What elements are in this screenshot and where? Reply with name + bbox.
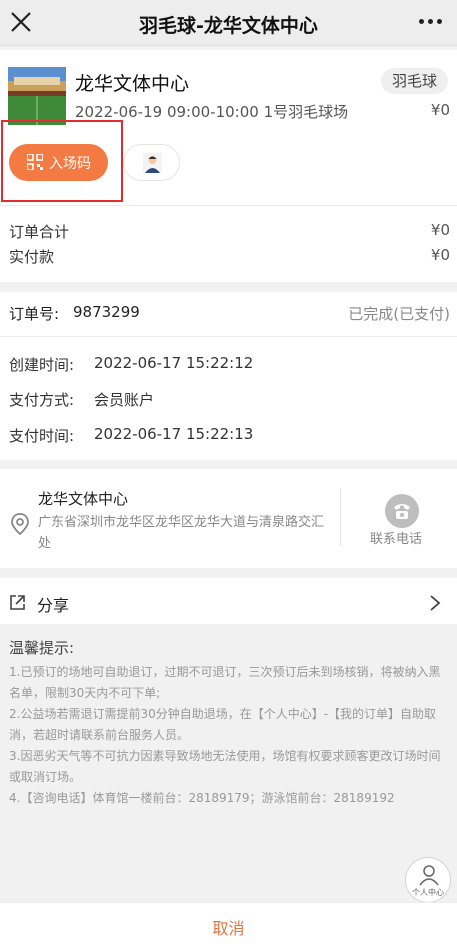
more-options-icon[interactable]: [419, 19, 443, 27]
order-number-value: 9873299: [73, 303, 140, 321]
created-time-label: 创建时间:: [9, 356, 75, 374]
tips-text: 1.已预订的场地可自助退订，过期不可退订，三次预订后未到场核销，将被纳入黑名单，…: [9, 665, 441, 805]
payment-method-label: 支付方式:: [9, 391, 75, 409]
top-nav-bar: 羽毛球-龙华文体中心: [0, 0, 457, 46]
person-avatar-icon: [143, 153, 162, 173]
personal-center-label: 个人中心: [412, 888, 444, 897]
highlight-box: [1, 120, 123, 202]
booking-slot: 2022-06-19 09:00-10:00 1号羽毛球场: [75, 103, 349, 121]
divider: [0, 205, 457, 206]
user-icon: [419, 865, 439, 886]
created-time-value: 2022-06-17 15:22:12: [94, 354, 254, 372]
close-icon[interactable]: [8, 9, 34, 35]
contact-phone-label[interactable]: 联系电话: [370, 528, 422, 547]
location-address: 广东省深圳市龙华区龙华区龙华大道与清泉路交汇处: [38, 515, 325, 551]
order-number-label: 订单号:: [9, 305, 60, 323]
divider: [0, 336, 457, 337]
payment-time-label: 支付时间:: [9, 427, 75, 445]
totals-card: [0, 204, 457, 282]
page-title: 羽毛球-龙华文体中心: [139, 15, 318, 37]
divider: [340, 488, 341, 546]
location-venue-name: 龙华文体中心: [38, 490, 129, 508]
payment-time-value: 2022-06-17 15:22:13: [94, 425, 254, 443]
paid-amount-label: 实付款: [9, 248, 55, 266]
paid-amount-value: ¥0: [430, 246, 450, 264]
person-info-button[interactable]: [123, 144, 180, 181]
share-icon: [10, 595, 25, 610]
chevron-right-icon[interactable]: [429, 594, 441, 612]
order-total-value: ¥0: [430, 221, 450, 239]
item-price: ¥0: [430, 101, 450, 119]
venue-name: 龙华文体中心: [75, 73, 190, 95]
order-status: 已完成(已支付): [348, 305, 450, 323]
venue-thumbnail: [8, 67, 66, 125]
phone-icon[interactable]: [385, 494, 419, 528]
payment-method-value: 会员账户: [94, 391, 155, 409]
sport-tag: 羽毛球: [381, 68, 448, 94]
bottom-action-bar: 取消: [0, 902, 457, 947]
personal-center-button[interactable]: 个人中心: [405, 857, 451, 903]
location-pin-icon: [11, 513, 29, 536]
cancel-button[interactable]: 取消: [0, 915, 457, 939]
share-label[interactable]: 分享: [37, 592, 69, 616]
tips-title: 温馨提示:: [9, 639, 75, 657]
order-total-label: 订单合计: [9, 223, 70, 241]
